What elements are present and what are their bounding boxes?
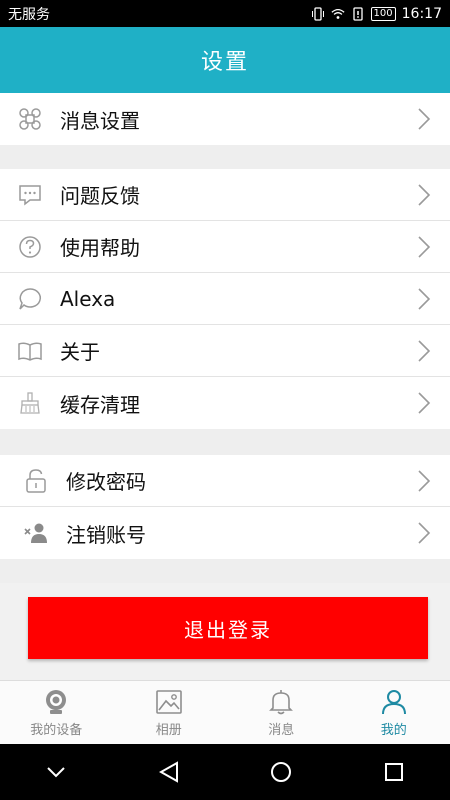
tab-label: 我的	[380, 723, 407, 738]
menu-item-help[interactable]: 使用帮助	[0, 221, 450, 273]
broom-icon	[20, 392, 40, 414]
menu-item-label: 缓存清理	[60, 392, 140, 417]
battery-level: 100	[370, 6, 396, 21]
menu-item-label: 消息设置	[60, 108, 140, 133]
menu-item-message-settings[interactable]: 消息设置	[0, 93, 450, 145]
status-bar: 无服务 100 16:17	[0, 0, 450, 27]
camera-icon	[46, 690, 67, 714]
back-triangle-icon	[158, 761, 178, 783]
image-icon	[155, 690, 182, 714]
vibrate-icon	[311, 6, 324, 21]
tab-album[interactable]: 相册	[113, 681, 226, 745]
chat-icon	[19, 184, 41, 206]
bottom-tab-bar: 我的设备 相册 消息 我的	[0, 680, 450, 745]
status-icons: 100 16:17	[311, 6, 442, 22]
help-icon	[19, 235, 41, 258]
menu-item-label: 使用帮助	[60, 236, 140, 260]
chevron-right-icon	[418, 339, 431, 362]
unlock-icon	[26, 468, 46, 493]
chevron-right-icon	[418, 235, 431, 258]
bell-icon	[269, 690, 294, 715]
recents-square-icon	[384, 763, 403, 781]
menu-item-label: 注销账号	[66, 522, 146, 547]
tab-me[interactable]: 我的	[338, 681, 450, 745]
page-title: 设置	[0, 27, 450, 93]
chevron-right-icon	[418, 469, 431, 492]
menu-item-about[interactable]: 关于	[0, 325, 450, 377]
menu-item-label: Alexa	[60, 286, 116, 311]
menu-item-change-password[interactable]: 修改密码	[0, 455, 450, 507]
menu-item-delete-account[interactable]: 注销账号	[0, 507, 450, 559]
nav-home-button[interactable]	[261, 752, 301, 792]
chevron-right-icon	[418, 108, 431, 130]
chevron-right-icon	[418, 183, 431, 206]
tab-messages[interactable]: 消息	[225, 681, 338, 745]
settings-group-support: 问题反馈 使用帮助 Alexa 关于 缓存清理	[0, 169, 450, 429]
logout-button[interactable]: 退出登录	[28, 597, 428, 659]
nav-back-button[interactable]	[149, 752, 189, 792]
person-icon	[381, 690, 406, 715]
section-divider	[0, 429, 450, 455]
section-divider	[0, 145, 450, 169]
system-nav-bar	[0, 744, 450, 800]
menu-item-label: 问题反馈	[60, 184, 140, 208]
settings-group-account: 修改密码 注销账号	[0, 455, 450, 559]
logout-area: 退出登录	[0, 583, 450, 680]
nav-collapse-button[interactable]	[36, 752, 76, 792]
chevron-right-icon	[418, 392, 431, 414]
tab-label: 消息	[268, 723, 295, 738]
sim-alert-icon	[352, 6, 363, 21]
remove-user-icon	[24, 523, 47, 543]
menu-item-alexa[interactable]: Alexa	[0, 273, 450, 325]
menu-item-feedback[interactable]: 问题反馈	[0, 169, 450, 221]
tab-my-devices[interactable]: 我的设备	[0, 681, 113, 745]
settings-group-notifications: 消息设置	[0, 93, 450, 145]
speech-bubble-icon	[19, 287, 42, 310]
tab-label: 相册	[155, 723, 182, 738]
menu-item-label: 修改密码	[66, 470, 146, 494]
command-icon	[19, 108, 41, 130]
wifi-icon	[330, 8, 345, 19]
tab-label: 我的设备	[30, 723, 83, 738]
clock: 16:17	[401, 5, 442, 22]
book-icon	[18, 341, 42, 361]
menu-item-label: 关于	[60, 340, 100, 364]
carrier-text: 无服务	[8, 6, 50, 23]
home-circle-icon	[271, 762, 292, 782]
menu-item-clear-cache[interactable]: 缓存清理	[0, 377, 450, 429]
chevron-right-icon	[418, 522, 431, 544]
chevron-down-icon	[47, 767, 65, 778]
chevron-right-icon	[418, 287, 431, 310]
nav-recents-button[interactable]	[374, 752, 414, 792]
